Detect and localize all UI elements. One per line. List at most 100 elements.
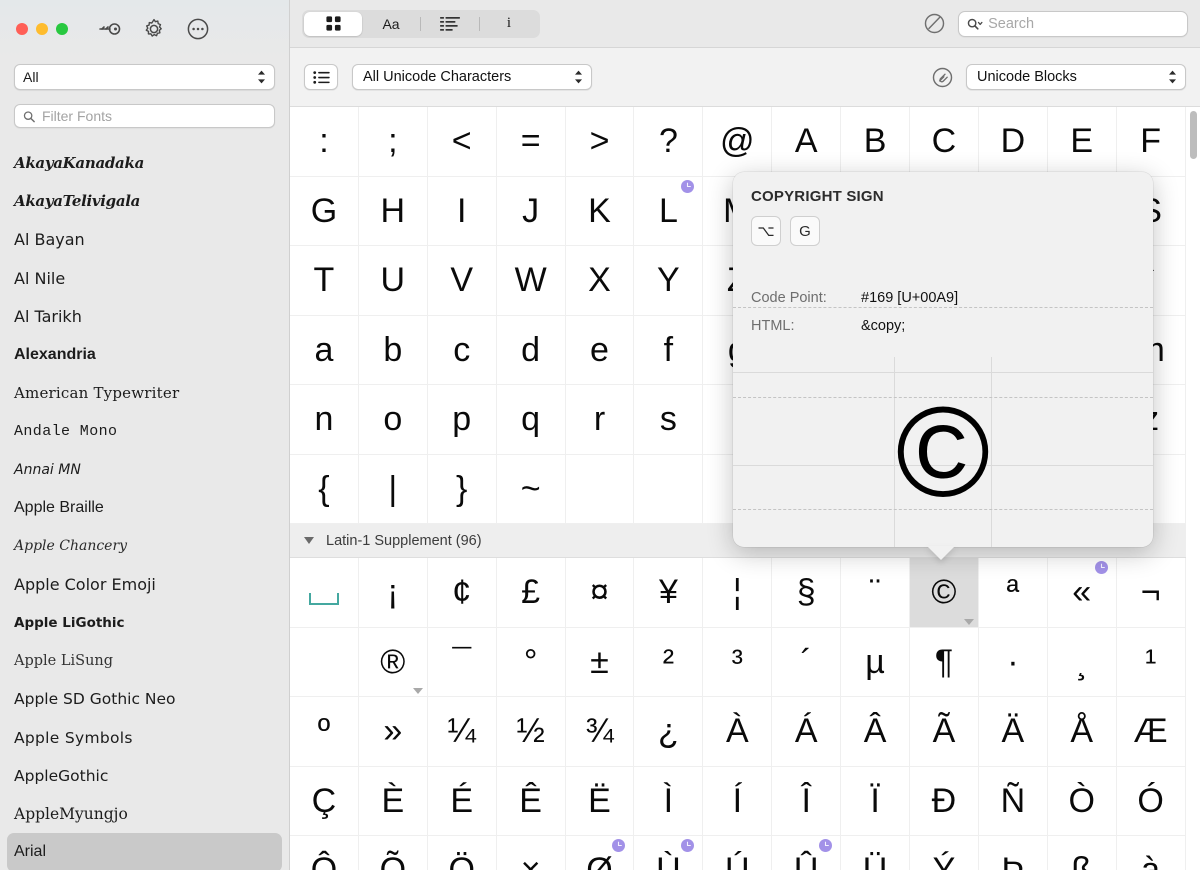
character-cell[interactable]: @ [703,107,773,177]
filter-fonts-input[interactable] [41,108,266,124]
font-list-item[interactable]: Apple Braille [0,489,289,527]
character-cell[interactable]: c [427,315,497,385]
character-cell[interactable]: ¨ [841,558,911,628]
search-field[interactable] [958,10,1188,37]
character-cell[interactable]: Â [841,697,911,767]
character-cell[interactable]: | [358,454,428,524]
character-cell[interactable]: « [1047,558,1117,628]
character-cell[interactable]: Ú [703,836,773,870]
character-cell[interactable]: > [565,107,635,177]
view-mode-segmented-control[interactable]: Aa i [302,9,540,38]
character-cell[interactable]: ¬ [1116,558,1186,628]
character-cell[interactable]: Ù [634,836,704,870]
magnifier-with-chevron-icon[interactable] [967,17,984,31]
character-cell[interactable]: Ó [1116,766,1186,836]
character-cell[interactable]: ¶ [910,627,979,697]
character-cell[interactable]: } [427,454,497,524]
character-cell[interactable]: ° [496,627,566,697]
disclosure-triangle-icon[interactable] [304,537,314,544]
character-cell[interactable]: U [358,246,428,316]
character-cell[interactable]: F [1116,107,1186,177]
character-cell[interactable]: a [290,315,359,385]
character-cell[interactable]: ¡ [358,558,428,628]
character-cell[interactable]: £ [496,558,566,628]
character-cell[interactable]: Ý [910,836,979,870]
character-cell[interactable]: » [358,697,428,767]
tab-sample-view[interactable]: Aa [362,12,420,36]
bullet-list-button[interactable] [304,64,338,90]
tab-list-view[interactable] [421,12,479,36]
character-cell[interactable]: < [427,107,497,177]
grouping-popup-button[interactable]: Unicode Blocks [966,64,1186,90]
font-list-item[interactable]: Al Nile [0,259,289,297]
character-cell[interactable]: ; [358,107,428,177]
character-cell[interactable]: p [427,385,497,455]
character-cell[interactable]: ¾ [565,697,635,767]
character-cell[interactable]: W [496,246,566,316]
character-cell[interactable]: ? [634,107,704,177]
character-cell[interactable]: Ã [910,697,979,767]
font-list-item[interactable]: Apple Chancery [0,527,289,565]
character-cell[interactable]: ½ [496,697,566,767]
character-cell[interactable]: ² [634,627,704,697]
font-list-item[interactable]: Al Bayan [0,221,289,259]
character-cell[interactable]: r [565,385,635,455]
character-cell[interactable]: b [358,315,428,385]
character-cell[interactable]: C [910,107,979,177]
font-list-item[interactable]: Al Tarikh [0,297,289,335]
character-cell[interactable]: ¼ [427,697,497,767]
character-cell[interactable]: { [290,454,359,524]
character-cell[interactable]: À [703,697,773,767]
character-cell[interactable]: É [427,766,497,836]
character-cell[interactable]: D [978,107,1048,177]
tab-grid-view[interactable] [304,11,362,36]
character-cell[interactable]: = [496,107,566,177]
character-cell[interactable]: Ü [841,836,911,870]
font-list-item[interactable]: American Typewriter [0,374,289,412]
gear-icon[interactable] [142,17,166,41]
character-cell[interactable]: Ë [565,766,635,836]
search-input[interactable] [988,15,1179,32]
character-cell[interactable]: G [290,176,359,246]
character-cell[interactable]: X [565,246,635,316]
character-cell[interactable]: Ð [910,766,979,836]
character-cell[interactable]: ´ [772,627,842,697]
circle-slash-icon[interactable] [923,12,946,35]
font-list-item[interactable]: Apple Color Emoji [0,565,289,603]
character-cell[interactable]: Ô [290,836,359,870]
character-cell[interactable]: ¸ [1047,627,1117,697]
character-cell[interactable]: ß [1048,836,1117,870]
character-cell[interactable]: Ê [496,766,566,836]
font-list-item[interactable]: Andale Mono [0,412,289,450]
character-cell[interactable]: Ï [841,766,911,836]
character-cell[interactable]: ³ [703,627,773,697]
character-cell[interactable]: È [358,766,428,836]
character-cell[interactable]: Ç [290,766,359,836]
character-cell[interactable] [634,454,704,524]
character-cell[interactable]: µ [841,627,911,697]
filter-fonts-field[interactable] [14,104,275,128]
character-cell[interactable]: J [496,176,566,246]
font-list-item[interactable]: Alexandria [0,335,289,373]
character-cell[interactable]: d [496,315,566,385]
character-cell[interactable]: × [497,836,566,870]
character-cell[interactable]: · [978,627,1048,697]
close-button[interactable] [16,23,28,35]
ellipsis-circle-icon[interactable] [186,17,210,41]
font-list[interactable]: AkayaKanadaka AkayaTelivigala Al Bayan Al N… [0,144,289,870]
character-cell[interactable]: K [565,176,635,246]
zoom-button[interactable] [56,23,68,35]
character-cell[interactable]: ± [565,627,635,697]
character-cell[interactable]: Æ [1116,697,1186,767]
character-cell[interactable]: © [910,558,979,628]
font-list-item[interactable]: Arial [7,833,282,870]
character-cell[interactable]: ® [358,627,428,697]
character-cell[interactable]: Û [772,836,842,870]
character-cell[interactable] [290,558,359,628]
collection-popup-button[interactable]: All [14,64,275,90]
minimize-button[interactable] [36,23,48,35]
character-cell[interactable]: B [841,107,911,177]
key-icon[interactable] [98,17,122,41]
character-cell[interactable]: H [358,176,428,246]
font-list-item[interactable]: Apple SD Gothic Neo [0,680,289,718]
